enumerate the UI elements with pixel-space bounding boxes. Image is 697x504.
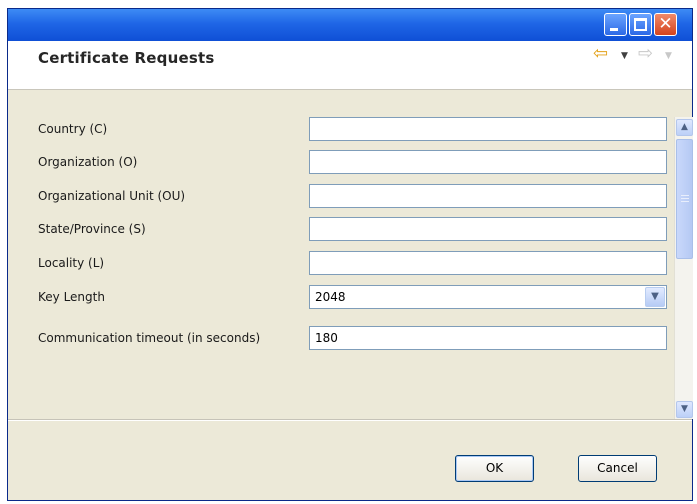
close-icon: ✕ — [658, 14, 673, 34]
maximize-button[interactable] — [629, 13, 652, 36]
vertical-scrollbar[interactable]: ▲ ▼ — [674, 117, 693, 419]
grip-line — [681, 195, 689, 196]
scroll-down-icon[interactable]: ▼ — [676, 401, 693, 418]
key-length-select[interactable]: 2048 ▼ — [309, 285, 667, 309]
back-history-dropdown-icon[interactable]: ▼ — [621, 51, 628, 61]
key-length-label: Key Length — [38, 290, 105, 304]
dialog-window: ✕ Certificate Requests ⇦ ▼ ⇨ ▼ Country (… — [7, 8, 693, 501]
country-label: Country (C) — [38, 122, 108, 136]
close-button[interactable]: ✕ — [654, 13, 677, 36]
communication-timeout-label: Communication timeout (in seconds) — [38, 331, 261, 345]
grip-line — [681, 198, 689, 199]
footer-divider-highlight — [8, 420, 692, 421]
minimize-button[interactable] — [604, 13, 627, 36]
back-arrow-icon[interactable]: ⇦ — [593, 43, 608, 64]
chevron-down-icon[interactable]: ▼ — [645, 287, 665, 307]
maximize-icon — [634, 18, 647, 31]
organization-label: Organization (O) — [38, 155, 138, 169]
cancel-button[interactable]: Cancel — [578, 455, 657, 482]
state-province-label: State/Province (S) — [38, 222, 146, 236]
scrollbar-thumb[interactable] — [676, 139, 693, 259]
ok-button[interactable]: OK — [455, 455, 534, 482]
forward-history-dropdown-icon[interactable]: ▼ — [665, 51, 672, 61]
minimize-icon — [610, 28, 618, 31]
grip-line — [681, 201, 689, 202]
locality-field[interactable] — [309, 251, 667, 275]
organizational-unit-field[interactable] — [309, 184, 667, 208]
organization-field[interactable] — [309, 150, 667, 174]
locality-label: Locality (L) — [38, 256, 105, 270]
organizational-unit-label: Organizational Unit (OU) — [38, 189, 186, 203]
communication-timeout-field[interactable]: 180 — [309, 326, 667, 350]
page-title: Certificate Requests — [38, 49, 215, 67]
state-province-field[interactable] — [309, 217, 667, 241]
forward-arrow-icon[interactable]: ⇨ — [638, 43, 653, 64]
key-length-value: 2048 — [315, 290, 346, 304]
scroll-up-icon[interactable]: ▲ — [676, 119, 693, 136]
country-field[interactable] — [309, 117, 667, 141]
title-bar[interactable]: ✕ — [8, 9, 692, 41]
